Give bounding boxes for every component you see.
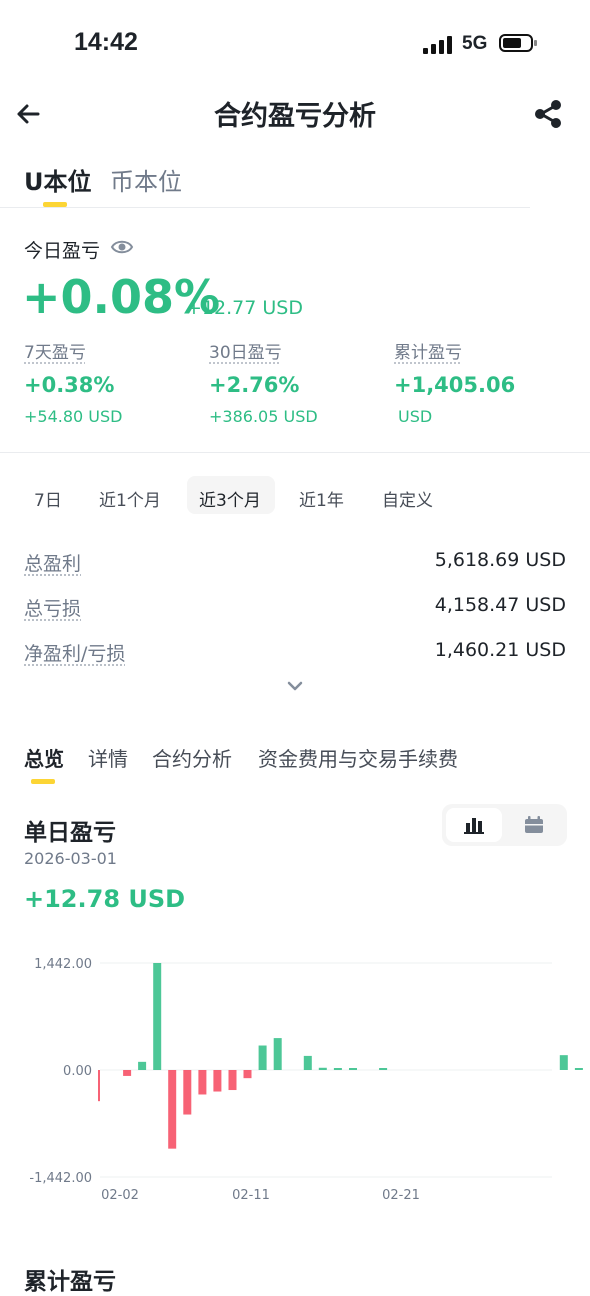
chart-bar <box>318 1067 327 1070</box>
y-tick-label: 0.00 <box>63 1064 92 1079</box>
x-tick-label: 02-11 <box>232 1188 270 1203</box>
chart-bar <box>228 1070 237 1091</box>
chart-bar <box>198 1070 207 1095</box>
chart-bar <box>243 1070 252 1079</box>
x-tick-label: 02-21 <box>382 1188 420 1203</box>
daily-pnl-chart[interactable]: 1,442.00 0.00 -1,442.00 02-02 02-11 02-2… <box>0 940 590 1210</box>
chart-bar <box>153 963 162 1070</box>
chart-view-toggle <box>442 804 567 846</box>
battery-icon <box>499 34 537 52</box>
page-title: 合约盈亏分析 <box>214 101 376 132</box>
tab-overview[interactable]: 总览 <box>24 743 64 772</box>
tab-coin-margined[interactable]: 币本位 <box>110 162 182 197</box>
chart-bar <box>559 1055 568 1070</box>
chart-bar <box>303 1055 312 1070</box>
network-label: 5G <box>462 33 488 54</box>
status-time: 14:42 <box>74 28 138 56</box>
total-loss-label[interactable]: 总亏损 <box>24 594 81 621</box>
bar-chart-button[interactable] <box>446 808 502 842</box>
share-icon <box>535 100 561 128</box>
stat-sub-7d: +54.80 USD <box>24 407 123 426</box>
chart-bar <box>333 1068 342 1070</box>
y-tick-label: -1,442.00 <box>29 1171 92 1186</box>
eye-icon[interactable] <box>110 238 134 256</box>
y-tick-label: 1,442.00 <box>34 957 92 972</box>
tab-details[interactable]: 详情 <box>88 743 128 772</box>
stat-label-7d[interactable]: 7天盈亏 <box>24 338 86 363</box>
daily-pnl-value: +12.78 USD <box>24 885 186 913</box>
range-1m[interactable]: 近1个月 <box>99 486 161 511</box>
stat-value-total: +1,405.06 <box>394 373 516 397</box>
tab-fees[interactable]: 资金费用与交易手续费 <box>258 743 458 772</box>
tab-contract-analysis[interactable]: 合约分析 <box>152 743 232 772</box>
today-pnl-label: 今日盈亏 <box>24 240 101 262</box>
chevron-down-icon[interactable] <box>285 678 305 694</box>
stat-value-7d: +0.38% <box>24 373 115 397</box>
bar-chart-icon <box>464 818 484 834</box>
chart-bar <box>258 1045 267 1070</box>
total-loss-value: 4,158.47 USD <box>434 594 566 616</box>
calendar-button[interactable] <box>506 808 562 842</box>
chart-bar <box>379 1068 388 1070</box>
chart-bar <box>123 1070 132 1076</box>
range-custom[interactable]: 自定义 <box>382 486 433 511</box>
tab-u-margined[interactable]: U本位 <box>24 162 92 197</box>
chart-bar <box>168 1070 177 1149</box>
range-3m[interactable]: 近3个月 <box>199 486 261 511</box>
divider <box>0 452 590 453</box>
x-tick-label: 02-02 <box>101 1188 139 1203</box>
signal-icon <box>423 36 453 54</box>
total-profit-label[interactable]: 总盈利 <box>24 549 81 576</box>
chart-bar <box>183 1070 192 1115</box>
chart-bar <box>98 1070 100 1102</box>
stat-sub-total: USD <box>398 407 433 426</box>
calendar-icon <box>525 816 543 833</box>
today-pnl-amount: +12.77 USD <box>186 297 303 319</box>
chart-bar <box>349 1068 357 1070</box>
divider <box>0 207 530 208</box>
tab-indicator <box>31 779 55 784</box>
stat-sub-30d: +386.05 USD <box>209 407 318 426</box>
net-pnl-value: 1,460.21 USD <box>434 639 566 661</box>
total-profit-value: 5,618.69 USD <box>434 549 566 571</box>
chart-bar <box>574 1068 583 1070</box>
share-button[interactable] <box>532 98 564 130</box>
chart-bar <box>138 1061 147 1070</box>
range-1y[interactable]: 近1年 <box>299 486 344 511</box>
chart-bar <box>213 1070 222 1092</box>
stat-value-30d: +2.76% <box>209 373 300 397</box>
stat-label-total[interactable]: 累计盈亏 <box>394 338 462 363</box>
chart-bar <box>273 1038 282 1070</box>
daily-pnl-title: 单日盈亏 <box>24 820 116 846</box>
cumulative-pnl-title: 累计盈亏 <box>24 1269 116 1295</box>
daily-pnl-date: 2026-03-01 <box>24 849 117 868</box>
stat-label-30d[interactable]: 30日盈亏 <box>209 338 282 363</box>
range-7d[interactable]: 7日 <box>34 486 62 511</box>
net-pnl-label[interactable]: 净盈利/亏损 <box>24 639 125 666</box>
